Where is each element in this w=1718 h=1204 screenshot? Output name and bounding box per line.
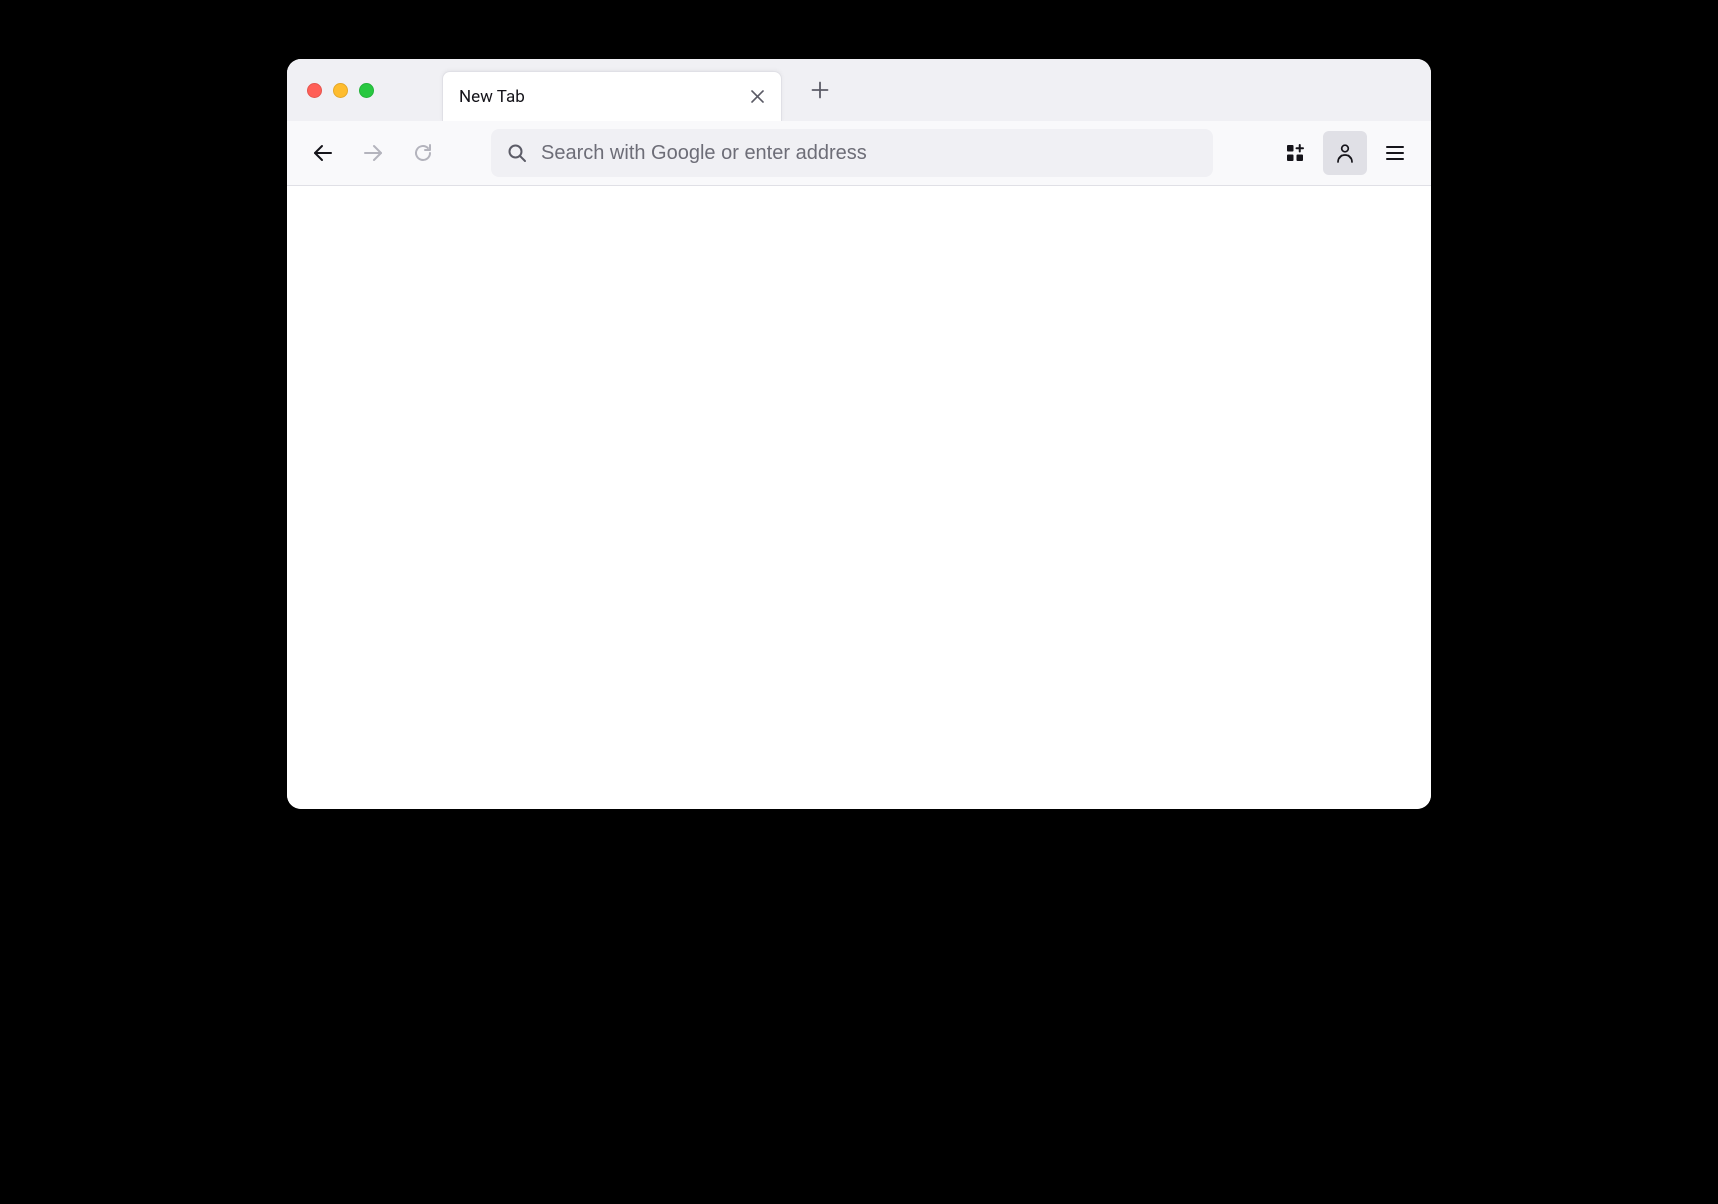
tab-strip: New Tab	[287, 59, 1431, 121]
window-close-button[interactable]	[307, 83, 322, 98]
address-input[interactable]	[541, 142, 1197, 165]
tab-active[interactable]: New Tab	[442, 71, 782, 121]
apps-grid-icon	[1285, 143, 1305, 163]
close-icon	[750, 89, 765, 104]
toolbar-right	[1273, 131, 1417, 175]
browser-window: New Tab	[287, 59, 1431, 809]
new-tab-button[interactable]	[802, 72, 838, 108]
account-button[interactable]	[1323, 131, 1367, 175]
tab-title: New Tab	[459, 87, 743, 107]
toolbar	[287, 121, 1431, 186]
reload-icon	[413, 143, 433, 163]
traffic-lights	[307, 83, 374, 98]
arrow-right-icon	[362, 142, 384, 164]
app-menu-button[interactable]	[1373, 131, 1417, 175]
address-bar[interactable]	[491, 129, 1213, 177]
plus-icon	[811, 81, 829, 99]
search-icon	[507, 143, 527, 163]
firefox-account-icon	[1334, 142, 1356, 164]
extensions-button[interactable]	[1273, 131, 1317, 175]
page-content	[287, 186, 1431, 809]
nav-back-button[interactable]	[301, 131, 345, 175]
nav-reload-button[interactable]	[401, 131, 445, 175]
window-minimize-button[interactable]	[333, 83, 348, 98]
arrow-left-icon	[312, 142, 334, 164]
window-maximize-button[interactable]	[359, 83, 374, 98]
tab-close-button[interactable]	[743, 83, 771, 111]
nav-forward-button[interactable]	[351, 131, 395, 175]
hamburger-menu-icon	[1385, 143, 1405, 163]
